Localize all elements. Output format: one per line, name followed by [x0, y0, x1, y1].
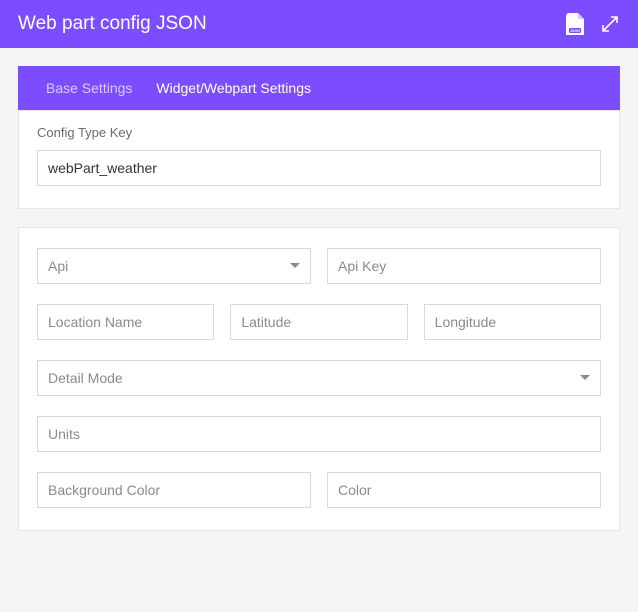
config-type-key-input[interactable] — [37, 150, 601, 186]
config-key-card: Config Type Key — [18, 110, 620, 209]
dialog-body: Base Settings Widget/Webpart Settings Co… — [0, 48, 638, 549]
api-select[interactable]: Api — [37, 248, 311, 284]
dialog-title: Web part config JSON — [18, 13, 207, 35]
detail-mode-placeholder: Detail Mode — [48, 370, 123, 386]
tab-base-settings[interactable]: Base Settings — [34, 66, 144, 110]
svg-text:JSON: JSON — [570, 29, 580, 33]
chevron-down-icon — [580, 375, 590, 381]
dialog-header: Web part config JSON JSON — [0, 0, 638, 48]
units-input[interactable] — [37, 416, 601, 452]
tab-widget-settings[interactable]: Widget/Webpart Settings — [144, 66, 323, 110]
detail-mode-select[interactable]: Detail Mode — [37, 360, 601, 396]
longitude-input[interactable] — [424, 304, 601, 340]
expand-icon[interactable] — [600, 14, 620, 34]
settings-card: Api Detai — [18, 227, 620, 531]
tab-bar: Base Settings Widget/Webpart Settings — [18, 66, 620, 110]
chevron-down-icon — [290, 263, 300, 269]
background-color-input[interactable] — [37, 472, 311, 508]
json-file-icon[interactable]: JSON — [566, 13, 584, 35]
header-actions: JSON — [566, 13, 620, 35]
location-name-input[interactable] — [37, 304, 214, 340]
color-input[interactable] — [327, 472, 601, 508]
config-type-key-label: Config Type Key — [37, 125, 601, 140]
latitude-input[interactable] — [230, 304, 407, 340]
api-key-input[interactable] — [327, 248, 601, 284]
api-select-placeholder: Api — [48, 258, 68, 274]
